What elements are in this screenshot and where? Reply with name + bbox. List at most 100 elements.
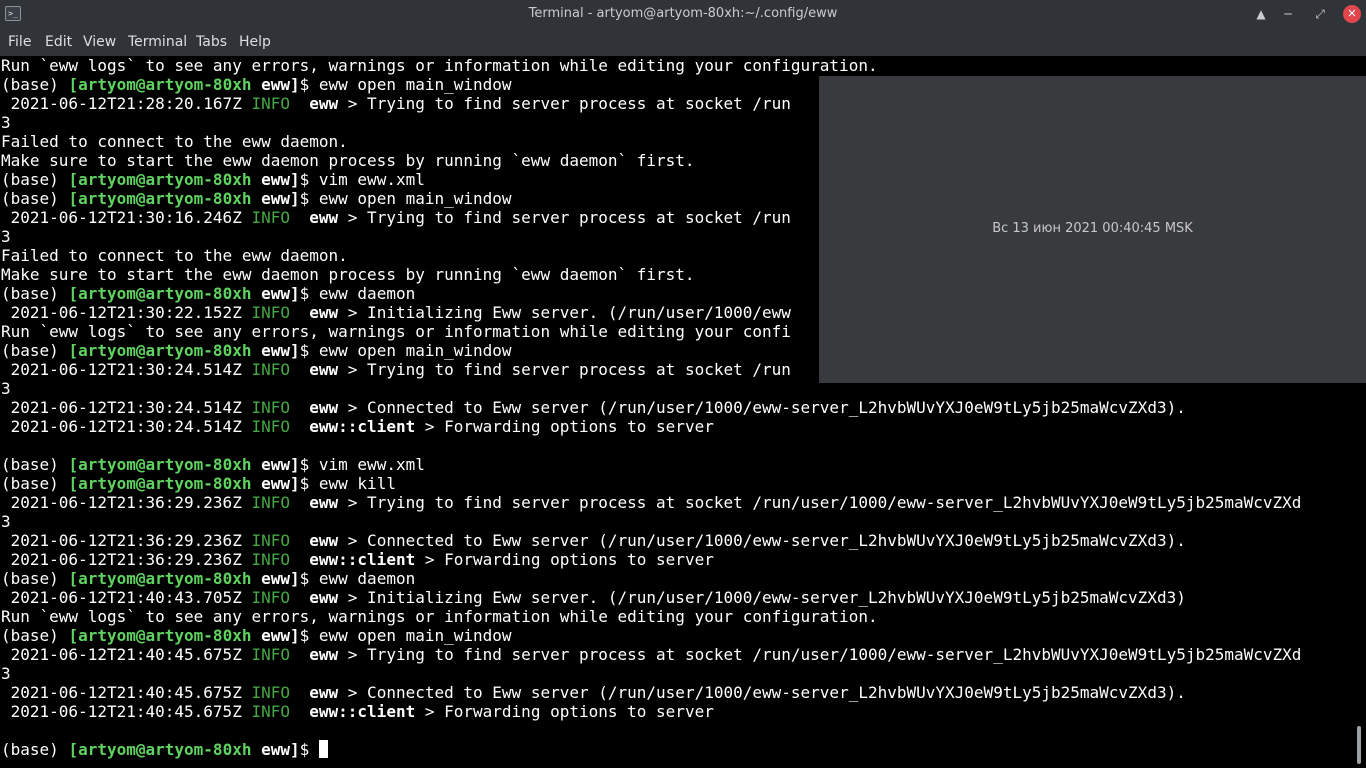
terminal-text: 2021-06-12T21:36:29.236Z	[1, 531, 252, 550]
menu-help[interactable]: Help	[239, 28, 271, 56]
close-icon[interactable]: ✕	[1343, 5, 1361, 23]
terminal-text: > Forwarding options to server	[415, 417, 714, 436]
scrollbar-thumb[interactable]	[1357, 726, 1361, 764]
log-level: INFO	[251, 493, 290, 512]
terminal-line: 3	[1, 512, 11, 531]
terminal-line: Run `eww logs` to see any errors, warnin…	[1, 607, 878, 626]
terminal-text: (base)	[1, 455, 69, 474]
log-level: INFO	[251, 702, 290, 721]
log-level: INFO	[251, 531, 290, 550]
terminal-text: eww]	[261, 569, 300, 588]
terminal-text: Run `eww logs` to see any errors, warnin…	[1, 607, 878, 626]
terminal-text: 3	[1, 379, 11, 398]
log-level: INFO	[251, 550, 290, 569]
terminal-text: $ eww open main_window	[299, 341, 512, 360]
terminal-line: 2021-06-12T21:30:24.514Z INFO eww > Tryi…	[1, 360, 791, 379]
terminal-text: $ eww kill	[299, 474, 396, 493]
terminal-text: $ vim eww.xml	[299, 455, 425, 474]
menu-view[interactable]: View	[83, 28, 116, 56]
terminal-text: 3	[1, 227, 11, 246]
terminal-line: 2021-06-12T21:30:16.246Z INFO eww > Tryi…	[1, 208, 791, 227]
menu-terminal[interactable]: Terminal	[128, 28, 187, 56]
maximize-icon[interactable]: ⤢	[1311, 5, 1329, 23]
terminal-text: $ eww daemon	[299, 569, 416, 588]
terminal-text: $ eww open main_window	[299, 75, 512, 94]
terminal-line: (base) [artyom@artyom-80xh eww]$ eww ope…	[1, 189, 512, 208]
terminal-text: > Connected to Eww server (/run/user/100…	[338, 531, 1186, 550]
terminal-text: > Initializing Eww server. (/run/user/10…	[338, 588, 1186, 607]
terminal-line: 3	[1, 227, 11, 246]
menu-edit[interactable]: Edit	[45, 28, 72, 56]
terminal-line: Failed to connect to the eww daemon.	[1, 246, 348, 265]
prompt-env: (base)	[1, 740, 69, 759]
text-cursor	[318, 740, 328, 758]
terminal-line: 3	[1, 664, 11, 683]
menu-tabs[interactable]: Tabs	[196, 28, 227, 56]
active-prompt[interactable]: (base) [artyom@artyom-80xh eww]$	[1, 740, 328, 759]
terminal-text: (base)	[1, 474, 69, 493]
terminal-text: eww]	[261, 189, 300, 208]
log-level: INFO	[251, 588, 290, 607]
terminal-line: 2021-06-12T21:28:20.167Z INFO eww > Tryi…	[1, 94, 791, 113]
terminal-text: eww]	[261, 455, 300, 474]
terminal-text: 2021-06-12T21:40:45.675Z	[1, 683, 252, 702]
terminal-line: (base) [artyom@artyom-80xh eww]$ vim eww…	[1, 170, 425, 189]
terminal-text: > Forwarding options to server	[415, 702, 714, 721]
log-level: INFO	[251, 208, 290, 227]
terminal-text: 2021-06-12T21:40:45.675Z	[1, 645, 252, 664]
keep-above-icon[interactable]: ▲	[1252, 5, 1270, 23]
terminal-text: 3	[1, 664, 11, 683]
prompt-user-host: [artyom@artyom-80xh	[68, 341, 262, 360]
terminal-text: eww	[309, 588, 339, 607]
terminal-line: 2021-06-12T21:36:29.236Z INFO eww > Tryi…	[1, 493, 1302, 512]
terminal-line: 2021-06-12T21:30:24.514Z INFO eww > Conn…	[1, 398, 1186, 417]
terminal-text: Failed to connect to the eww daemon.	[1, 246, 348, 265]
minimize-icon[interactable]: ─	[1279, 5, 1297, 23]
log-level: INFO	[251, 94, 290, 113]
terminal-text: $ vim eww.xml	[299, 170, 425, 189]
terminal-text: (base)	[1, 284, 69, 303]
clock-label: Вс 13 июн 2021 00:40:45 MSK	[992, 221, 1193, 236]
terminal-text: 2021-06-12T21:30:24.514Z	[1, 398, 252, 417]
terminal-text: > Trying to find server process at socke…	[338, 493, 1302, 512]
terminal-text: eww	[309, 360, 339, 379]
title-bar[interactable]: >_ Terminal - artyom@artyom-80xh:~/.conf…	[0, 0, 1366, 28]
terminal-text: (base)	[1, 170, 69, 189]
terminal-text: eww::client	[309, 417, 416, 436]
log-level: INFO	[251, 645, 290, 664]
log-level: INFO	[251, 417, 290, 436]
terminal-text: > Trying to find server process at socke…	[338, 208, 791, 227]
prompt-user-host: [artyom@artyom-80xh	[68, 474, 262, 493]
terminal-line: 2021-06-12T21:36:29.236Z INFO eww > Conn…	[1, 531, 1186, 550]
terminal-text: eww]	[261, 474, 300, 493]
terminal-text: eww	[309, 303, 339, 322]
menu-file[interactable]: File	[8, 28, 31, 56]
terminal-text: (base)	[1, 341, 69, 360]
terminal-text: > Trying to find server process at socke…	[338, 645, 1302, 664]
terminal-text: 2021-06-12T21:36:29.236Z	[1, 550, 252, 569]
terminal-text: eww]	[261, 626, 300, 645]
terminal-line: Run `eww logs` to see any errors, warnin…	[1, 322, 791, 341]
terminal-line: 2021-06-12T21:40:45.675Z INFO eww > Tryi…	[1, 645, 1302, 664]
terminal-line: 3	[1, 379, 11, 398]
terminal-text: 2021-06-12T21:30:24.514Z	[1, 417, 252, 436]
terminal-line: (base) [artyom@artyom-80xh eww]$ eww dae…	[1, 569, 415, 588]
terminal-line: 2021-06-12T21:30:22.152Z INFO eww > Init…	[1, 303, 791, 322]
terminal-line: 2021-06-12T21:30:24.514Z INFO eww::clien…	[1, 417, 714, 436]
menu-bar: File Edit View Terminal Tabs Help	[0, 28, 1366, 56]
terminal-text: eww::client	[309, 550, 416, 569]
log-level: INFO	[251, 683, 290, 702]
terminal-text: eww	[309, 645, 339, 664]
terminal-line: (base) [artyom@artyom-80xh eww]$ eww kil…	[1, 474, 396, 493]
terminal-text: > Initializing Eww server. (/run/user/10…	[338, 303, 791, 322]
prompt-user-host: [artyom@artyom-80xh	[68, 455, 262, 474]
prompt-user-host: [artyom@artyom-80xh	[68, 740, 262, 759]
